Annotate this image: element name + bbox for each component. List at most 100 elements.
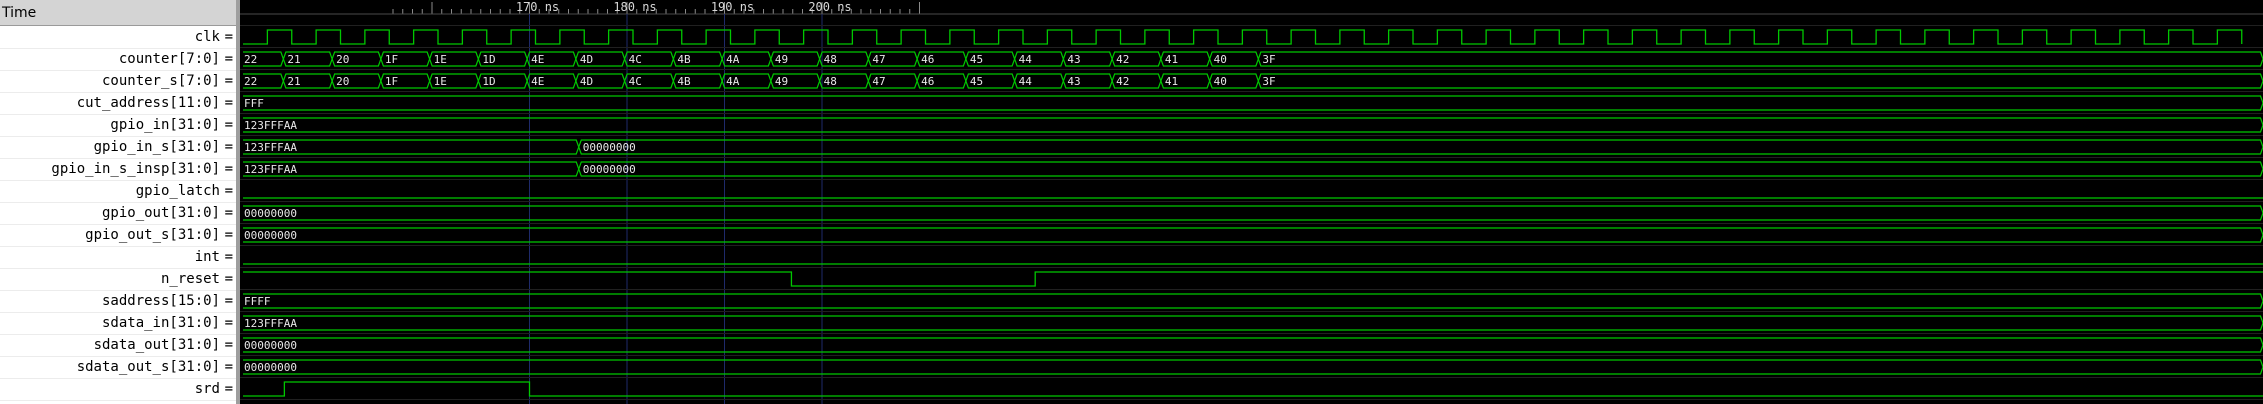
signal-row-saddress[interactable]: saddress[15:0] = <box>0 290 236 313</box>
signal-name: int <box>194 249 220 265</box>
bus-value-label: 00000000 <box>244 229 297 242</box>
bus-value-label: 4C <box>629 75 642 88</box>
signal-row-sdata_in[interactable]: sdata_in[31:0] = <box>0 312 236 335</box>
signal-value-separator: = <box>224 337 233 353</box>
bus-segment <box>243 337 2263 353</box>
bus-value-label: 45 <box>970 75 983 88</box>
bus-value-label: 45 <box>970 53 983 66</box>
signal-row-gpio_out[interactable]: gpio_out[31:0] = <box>0 202 236 225</box>
signal-name: srd <box>194 381 220 397</box>
bus-value-label: 21 <box>287 53 300 66</box>
bus-value-label: 4C <box>629 53 642 66</box>
bus-segment <box>243 227 2263 243</box>
bus-value-label: 40 <box>1214 75 1227 88</box>
signal-value-separator: = <box>224 381 233 397</box>
bus-value-label: 49 <box>775 53 788 66</box>
bus-value-label: FFFF <box>244 295 271 308</box>
waveform-counter_s[interactable]: 22 21 20 1F 1E 1D 4E 4D 4C 4B 4A 49 48 47 46 45 44 43 42 41… <box>243 73 2263 89</box>
signal-name: gpio_in_s[31:0] <box>93 139 220 155</box>
bus-value-label: 3F <box>1262 75 1275 88</box>
bus-value-label: 48 <box>824 53 837 66</box>
bus-segment <box>243 359 2263 375</box>
bus-value-label: 1E <box>434 53 447 66</box>
signal-value-separator: = <box>224 95 233 111</box>
bus-value-label: 1D <box>482 75 495 88</box>
bus-value-label: 43 <box>1067 75 1080 88</box>
signal-value-separator: = <box>224 139 233 155</box>
signal-name: sdata_out[31:0] <box>93 337 220 353</box>
clock-trace <box>243 29 2243 45</box>
signal-row-gpio_latch[interactable]: gpio_latch = <box>0 180 236 203</box>
bus-value-label: 43 <box>1067 53 1080 66</box>
bus-value-label: 20 <box>336 53 349 66</box>
waveform-sdata_out_s[interactable]: 00000000 <box>243 359 2263 375</box>
bus-value-label: 4B <box>677 75 691 88</box>
bus-value-label: 00000000 <box>244 339 297 352</box>
waveform-pane[interactable]: 170 ns 180 ns 190 ns 200 ns 22 21 20 1F 1E 1D 4E 4D… <box>240 0 2263 404</box>
waveform-canvas[interactable]: 170 ns 180 ns 190 ns 200 ns 22 21 20 1F 1E 1D 4E 4D… <box>240 0 2263 404</box>
bus-value-label: 4E <box>531 53 544 66</box>
signal-name: gpio_latch <box>135 183 220 199</box>
waveform-cut_address[interactable]: FFF <box>243 95 2263 111</box>
bus-value-label: 00000000 <box>244 361 297 374</box>
bus-value-label: 4A <box>726 53 740 66</box>
bus-value-label: 48 <box>824 75 837 88</box>
signal-name: counter_s[7:0] <box>101 73 220 89</box>
waveform-gpio_out[interactable]: 00000000 <box>243 205 2263 221</box>
signal-name: clk <box>194 29 220 45</box>
waveform-viewer: Time clk = counter[7:0] = counter_s[7:0] = cut… <box>0 0 2263 404</box>
bus-value-label: 41 <box>1165 75 1178 88</box>
signal-row-counter[interactable]: counter[7:0] = <box>0 48 236 71</box>
timeline-label: 170 ns <box>516 0 559 14</box>
waveform-clk[interactable] <box>243 29 2243 45</box>
waveform-sdata_in[interactable]: 123FFFAA <box>243 315 2263 331</box>
signal-row-int[interactable]: int = <box>0 246 236 269</box>
signal-value-separator: = <box>224 51 233 67</box>
waveform-sdata_out[interactable]: 00000000 <box>243 337 2263 353</box>
signal-row-srd[interactable]: srd = <box>0 378 236 401</box>
signal-row-counter_s[interactable]: counter_s[7:0] = <box>0 70 236 93</box>
bus-segment <box>243 95 2263 111</box>
signal-value-separator: = <box>224 73 233 89</box>
bus-value-label: 20 <box>336 75 349 88</box>
signal-value-separator: = <box>224 161 233 177</box>
signal-row-n_reset[interactable]: n_reset = <box>0 268 236 291</box>
bus-value-label: 4D <box>580 53 593 66</box>
bus-value-label: 1F <box>385 75 398 88</box>
waveform-gpio_in_s_insp[interactable]: 123FFFAA 00000000 <box>243 161 2263 177</box>
signal-value-separator: = <box>224 205 233 221</box>
signal-name-pane: Time clk = counter[7:0] = counter_s[7:0] = cut… <box>0 0 236 404</box>
bus-value-label: 42 <box>1116 75 1129 88</box>
waveform-counter[interactable]: 22 21 20 1F 1E 1D 4E 4D 4C 4B 4A 49 48 47 46 45 44 43 42 41… <box>243 51 2263 67</box>
signal-row-gpio_out_s[interactable]: gpio_out_s[31:0] = <box>0 224 236 247</box>
signal-row-clk[interactable]: clk = <box>0 26 236 49</box>
waveform-saddress[interactable]: FFFF <box>243 293 2263 309</box>
waveform-gpio_out_s[interactable]: 00000000 <box>243 227 2263 243</box>
timeline-label: 180 ns <box>613 0 656 14</box>
signal-row-gpio_in_s[interactable]: gpio_in_s[31:0] = <box>0 136 236 159</box>
signal-value-separator: = <box>224 117 233 133</box>
waveform-srd[interactable] <box>243 381 2263 397</box>
signal-row-cut_address[interactable]: cut_address[11:0] = <box>0 92 236 115</box>
bus-value-label: 3F <box>1262 53 1275 66</box>
signal-name: gpio_in[31:0] <box>110 117 220 133</box>
bit-trace <box>243 271 2263 287</box>
bus-value-label: 123FFFAA <box>244 163 297 176</box>
bus-value-label: 123FFFAA <box>244 317 297 330</box>
bus-value-label: 21 <box>287 75 300 88</box>
bus-segment <box>243 315 2263 331</box>
bus-value-label: 4B <box>677 53 691 66</box>
bus-value-label: 44 <box>1019 75 1033 88</box>
signal-row-sdata_out_s[interactable]: sdata_out_s[31:0] = <box>0 356 236 379</box>
bus-value-label: 1D <box>482 53 495 66</box>
signal-row-gpio_in_s_insp[interactable]: gpio_in_s_insp[31:0] = <box>0 158 236 181</box>
waveform-n_reset[interactable] <box>243 271 2263 287</box>
timeline-label: 200 ns <box>808 0 851 14</box>
signal-row-sdata_out[interactable]: sdata_out[31:0] = <box>0 334 236 357</box>
waveform-gpio_in_s[interactable]: 123FFFAA 00000000 <box>243 139 2263 155</box>
waveform-gpio_in[interactable]: 123FFFAA <box>243 117 2263 133</box>
bus-value-label: 49 <box>775 75 788 88</box>
signal-value-separator: = <box>224 29 233 45</box>
timeline-label: 190 ns <box>711 0 754 14</box>
signal-row-gpio_in[interactable]: gpio_in[31:0] = <box>0 114 236 137</box>
